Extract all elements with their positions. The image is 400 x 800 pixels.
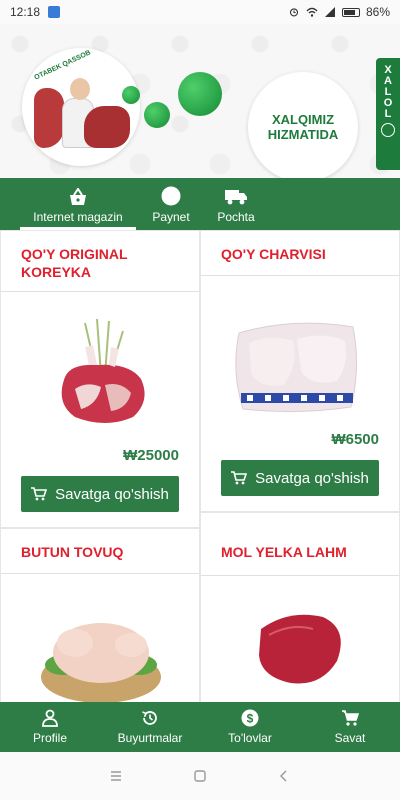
header-banner: OTABEK QASSOB XALQIMIZ HIZMATIDA XALOL: [0, 24, 400, 178]
history-icon: [142, 711, 157, 725]
tab-paynet[interactable]: Paynet: [146, 178, 196, 230]
halal-badge: XALOL: [376, 58, 400, 170]
cart-icon: [342, 710, 359, 726]
add-to-cart-label: Savatga qo'shish: [255, 469, 369, 487]
cart-icon: [31, 487, 48, 501]
bottom-navigation: Profile Buyurtmalar $ To'lovlar Savat: [0, 702, 400, 752]
system-navigation-bar: [0, 752, 400, 800]
slogan-badge: XALQIMIZ HIZMATIDA: [248, 72, 358, 178]
divider: [1, 291, 199, 292]
tab-pochta[interactable]: Pochta: [206, 178, 266, 230]
decor-dot-large: [178, 72, 222, 116]
logo-meat-left: [34, 88, 64, 148]
nav-orders[interactable]: Buyurtmalar: [100, 702, 200, 752]
product-image-whole-chicken: [41, 623, 161, 702]
app-notification-icon: [48, 6, 61, 18]
tab-label: Internet magazin: [33, 210, 123, 224]
nav-label: To'lovlar: [228, 731, 272, 745]
add-to-cart-button[interactable]: Savatga qo'shish: [221, 460, 379, 496]
cart-icon: [231, 471, 248, 485]
battery-icon: [341, 7, 360, 17]
brand-logo: OTABEK QASSOB: [22, 48, 140, 166]
decor-dot-medium: [144, 102, 170, 128]
tab-internet-magazin[interactable]: Internet magazin: [20, 178, 136, 230]
signal-icon: [324, 7, 335, 17]
back-icon[interactable]: [277, 769, 291, 783]
tab-label: Paynet: [152, 210, 190, 224]
product-card[interactable]: QO'Y CHARVISI ₩6500 Savatga qo'shish: [200, 230, 400, 512]
product-title: QO'Y CHARVISI: [221, 246, 326, 262]
status-bar: 12:18 86%: [0, 0, 400, 24]
paynet-icon: [161, 186, 181, 206]
product-title: QO'Y ORIGINAL KOREYKA: [21, 246, 128, 280]
product-card[interactable]: BUTUN TOVUQ: [0, 528, 200, 702]
product-image-beef-shoulder: [259, 614, 341, 684]
product-card[interactable]: MOL YELKA LAHM: [200, 512, 400, 702]
status-icons: 86%: [288, 5, 390, 19]
logo-meat-right: [84, 106, 130, 148]
person-icon: [42, 709, 58, 727]
battery-level: 86%: [365, 5, 390, 19]
product-image-lamb-fat-pack: [235, 322, 358, 413]
nav-profile[interactable]: Profile: [0, 702, 100, 752]
halal-seal-icon: [381, 123, 395, 137]
tab-label: Pochta: [217, 210, 255, 224]
wifi-icon: [306, 7, 318, 17]
category-tabs: Internet magazin Paynet Pochta: [0, 178, 400, 230]
menu-icon[interactable]: [109, 769, 123, 783]
decor-dot-small: [122, 86, 140, 104]
add-to-cart-label: Savatga qo'shish: [55, 485, 169, 503]
truck-icon: [225, 190, 247, 205]
divider: [201, 275, 399, 276]
nav-label: Savat: [334, 731, 366, 745]
product-grid: QO'Y ORIGINAL KOREYKA ₩25000 Savatga qo'…: [0, 230, 400, 702]
nav-label: Profile: [32, 731, 67, 745]
home-icon[interactable]: [193, 769, 207, 783]
slogan-line2: HIZMATIDA: [267, 127, 339, 142]
logo-butcher-head: [70, 78, 90, 100]
slogan-line1: XALQIMIZ: [271, 112, 335, 127]
svg-text:$: $: [247, 712, 254, 726]
add-to-cart-button[interactable]: Savatga qo'shish: [21, 476, 179, 512]
product-price: ₩25000: [123, 447, 179, 464]
divider: [1, 573, 199, 574]
basket-icon: [70, 188, 86, 205]
nav-cart[interactable]: Savat: [300, 702, 400, 752]
product-title: MOL YELKA LAHM: [221, 544, 347, 560]
nav-label: Buyurtmalar: [117, 731, 183, 745]
product-title: BUTUN TOVUQ: [21, 544, 124, 560]
status-time: 12:18: [10, 5, 41, 19]
product-card[interactable]: QO'Y ORIGINAL KOREYKA ₩25000 Savatga qo'…: [0, 230, 200, 528]
nav-payments[interactable]: $ To'lovlar: [200, 702, 300, 752]
alarm-icon: [289, 8, 299, 17]
halal-badge-text: XALOL: [382, 64, 394, 119]
product-price: ₩6500: [331, 431, 379, 448]
product-image-lamb-rack: [61, 318, 145, 423]
dollar-icon: $: [241, 709, 259, 727]
divider: [201, 575, 399, 576]
